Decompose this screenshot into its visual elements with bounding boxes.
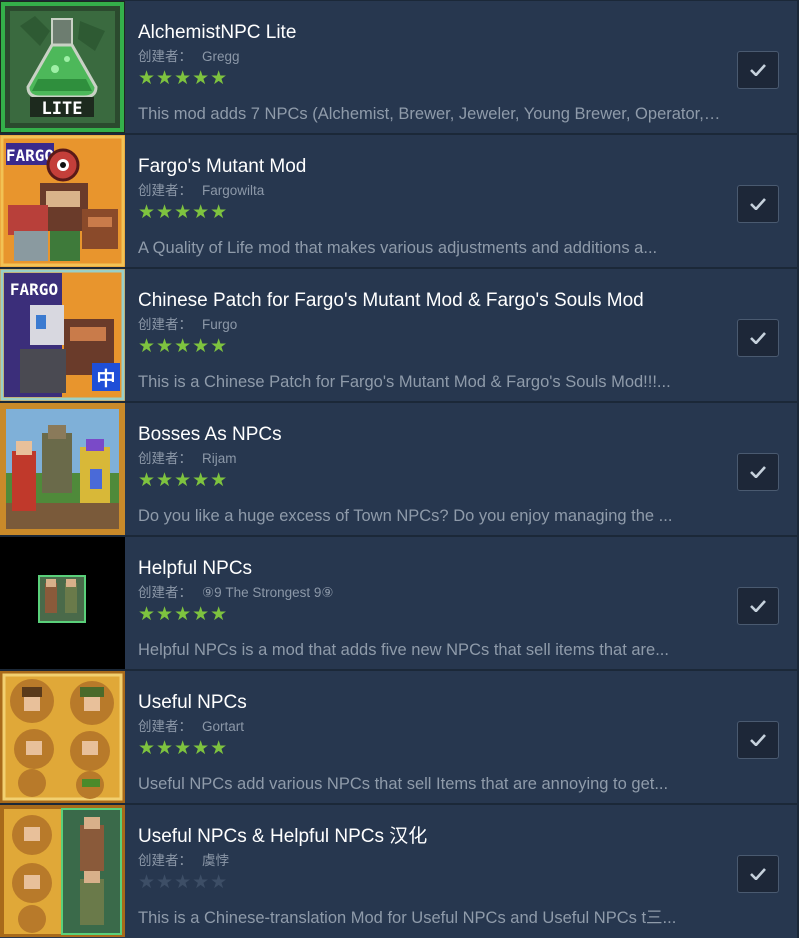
mod-author: 创建者： Gortart [138, 718, 244, 736]
author-name[interactable]: 虞悖 [202, 853, 229, 868]
subscribed-checkbox[interactable] [737, 319, 779, 357]
subscribed-checkbox[interactable] [737, 51, 779, 89]
mod-description: Do you like a huge excess of Town NPCs? … [138, 507, 673, 525]
checkmark-icon [750, 64, 766, 76]
star-rating: ★★★★★ [138, 603, 229, 625]
mod-author: 创建者： Fargowilta [138, 182, 264, 200]
author-label: 创建者： [138, 853, 192, 868]
potion-flask-icon[interactable]: LITE [0, 1, 125, 133]
author-label: 创建者： [138, 719, 192, 734]
checkmark-icon [750, 600, 766, 612]
mod-author: 创建者： ⑨9 The Strongest 9⑨ [138, 584, 334, 602]
mod-title[interactable]: Helpful NPCs [138, 557, 252, 581]
author-name[interactable]: Rijam [202, 451, 237, 466]
subscribed-checkbox[interactable] [737, 855, 779, 893]
mod-author: 创建者： Furgo [138, 316, 237, 334]
subscribed-checkbox[interactable] [737, 721, 779, 759]
mod-author: 创建者： Gregg [138, 48, 240, 66]
helpful-npcs-icon[interactable] [0, 537, 125, 669]
useful-npcs-icon[interactable] [0, 671, 125, 803]
fargo-chinese-patch-icon[interactable]: FARGO 中 [0, 269, 125, 401]
author-name[interactable]: Gregg [202, 49, 240, 64]
author-label: 创建者： [138, 49, 192, 64]
mod-title[interactable]: Chinese Patch for Fargo's Mutant Mod & F… [138, 289, 644, 313]
star-rating: ★★★★★ [138, 469, 229, 491]
subscribed-checkbox[interactable] [737, 185, 779, 223]
mod-description: This is a Chinese-translation Mod for Us… [138, 909, 677, 927]
author-label: 创建者： [138, 451, 192, 466]
author-label: 创建者： [138, 317, 192, 332]
mod-author: 创建者： Rijam [138, 450, 237, 468]
mod-description: This mod adds 7 NPCs (Alchemist, Brewer,… [138, 105, 723, 123]
mod-item-alchemistnpc-lite[interactable]: LITE AlchemistNPC Lite 创建者： Gregg ★★★★★ T… [0, 1, 799, 133]
mod-item-chinese-patch-fargo[interactable]: FARGO 中 Chinese Patch for Fargo's Mutant… [0, 269, 799, 401]
bosses-npcs-icon[interactable] [0, 403, 125, 535]
author-name[interactable]: ⑨9 The Strongest 9⑨ [202, 585, 334, 600]
author-label: 创建者： [138, 183, 192, 198]
checkmark-icon [750, 868, 766, 880]
checkmark-icon [750, 734, 766, 746]
checkmark-icon [750, 198, 766, 210]
subscribed-checkbox[interactable] [737, 587, 779, 625]
mod-description: Useful NPCs add various NPCs that sell I… [138, 775, 669, 793]
star-rating: ★★★★★ [138, 67, 229, 89]
star-rating: ★★★★★ [138, 871, 229, 893]
mod-item-useful-helpful-npcs-cn[interactable]: Useful NPCs & Helpful NPCs 汉化 创建者： 虞悖 ★★★… [0, 805, 799, 938]
star-rating: ★★★★★ [138, 201, 229, 223]
mod-description: Helpful NPCs is a mod that adds five new… [138, 641, 669, 659]
author-name[interactable]: Furgo [202, 317, 237, 332]
mod-title[interactable]: Bosses As NPCs [138, 423, 282, 447]
mod-title[interactable]: AlchemistNPC Lite [138, 21, 296, 45]
mod-title[interactable]: Fargo's Mutant Mod [138, 155, 306, 179]
star-rating: ★★★★★ [138, 335, 229, 357]
mod-item-useful-npcs[interactable]: Useful NPCs 创建者： Gortart ★★★★★ Useful NPC… [0, 671, 799, 803]
author-name[interactable]: Fargowilta [202, 183, 264, 198]
checkmark-icon [750, 466, 766, 478]
star-rating: ★★★★★ [138, 737, 229, 759]
mod-description: This is a Chinese Patch for Fargo's Muta… [138, 373, 671, 391]
mod-item-bosses-as-npcs[interactable]: Bosses As NPCs 创建者： Rijam ★★★★★ Do you li… [0, 403, 799, 535]
author-label: 创建者： [138, 585, 192, 600]
thumb-badge: FARGO [10, 280, 58, 299]
subscribed-checkbox[interactable] [737, 453, 779, 491]
mod-item-helpful-npcs[interactable]: Helpful NPCs 创建者： ⑨9 The Strongest 9⑨ ★★★… [0, 537, 799, 669]
mod-title[interactable]: Useful NPCs & Helpful NPCs 汉化 [138, 825, 427, 849]
checkmark-icon [750, 332, 766, 344]
subscribed-mods-list: LITE AlchemistNPC Lite 创建者： Gregg ★★★★★ T… [0, 0, 799, 938]
mod-author: 创建者： 虞悖 [138, 852, 229, 870]
mod-title[interactable]: Useful NPCs [138, 691, 247, 715]
author-name[interactable]: Gortart [202, 719, 244, 734]
fargo-mutant-icon[interactable]: FARGO [0, 135, 125, 267]
thumb-badge: LITE [42, 99, 83, 119]
mod-description: A Quality of Life mod that makes various… [138, 239, 658, 257]
thumb-corner-label: 中 [96, 367, 115, 390]
mod-item-fargos-mutant-mod[interactable]: FARGO Fargo's Mutant Mod 创建者： Fargowilta … [0, 135, 799, 267]
useful-helpful-npcs-icon[interactable] [0, 805, 125, 937]
